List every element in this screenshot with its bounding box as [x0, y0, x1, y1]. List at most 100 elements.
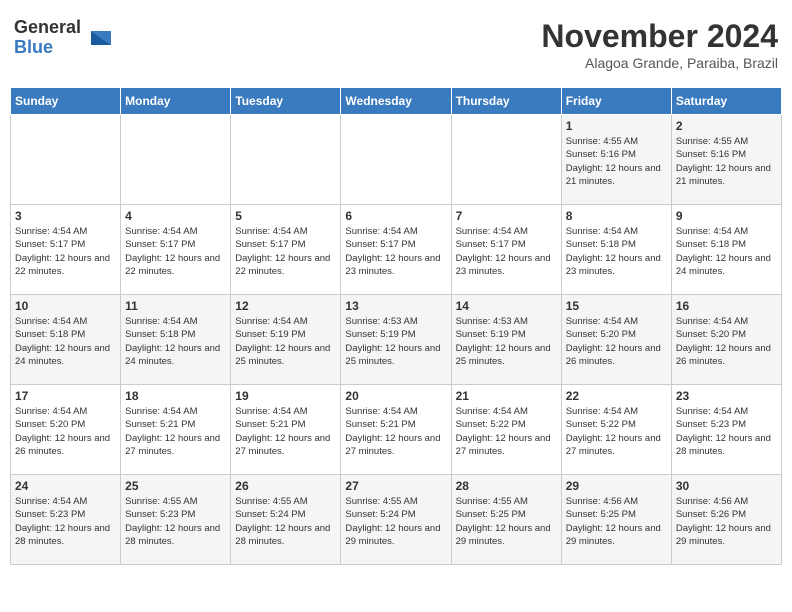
day-info: Sunrise: 4:53 AM Sunset: 5:19 PM Dayligh… — [456, 315, 557, 368]
day-info: Sunrise: 4:54 AM Sunset: 5:22 PM Dayligh… — [566, 405, 667, 458]
calendar-cell: 11 Sunrise: 4:54 AM Sunset: 5:18 PM Dayli… — [121, 295, 231, 385]
day-number: 4 — [125, 209, 226, 223]
calendar-cell — [231, 115, 341, 205]
day-info: Sunrise: 4:54 AM Sunset: 5:21 PM Dayligh… — [125, 405, 226, 458]
day-info: Sunrise: 4:54 AM Sunset: 5:19 PM Dayligh… — [235, 315, 336, 368]
day-number: 8 — [566, 209, 667, 223]
calendar-body: 1 Sunrise: 4:55 AM Sunset: 5:16 PM Daylig… — [11, 115, 782, 565]
day-number: 9 — [676, 209, 777, 223]
calendar-cell: 23Sunrise: 4:54 AM Sunset: 5:23 PM Dayli… — [671, 385, 781, 475]
calendar-cell: 5 Sunrise: 4:54 AM Sunset: 5:17 PM Daylig… — [231, 205, 341, 295]
day-number: 22 — [566, 389, 667, 403]
day-number: 7 — [456, 209, 557, 223]
day-info: Sunrise: 4:55 AM Sunset: 5:16 PM Dayligh… — [676, 135, 777, 188]
day-info: Sunrise: 4:56 AM Sunset: 5:26 PM Dayligh… — [676, 495, 777, 548]
calendar-cell — [11, 115, 121, 205]
day-info: Sunrise: 4:54 AM Sunset: 5:18 PM Dayligh… — [125, 315, 226, 368]
calendar-cell: 9 Sunrise: 4:54 AM Sunset: 5:18 PM Daylig… — [671, 205, 781, 295]
calendar-cell: 25 Sunrise: 4:55 AM Sunset: 5:23 PM Dayli… — [121, 475, 231, 565]
calendar-cell: 12 Sunrise: 4:54 AM Sunset: 5:19 PM Dayli… — [231, 295, 341, 385]
calendar-week-row: 1 Sunrise: 4:55 AM Sunset: 5:16 PM Daylig… — [11, 115, 782, 205]
day-number: 2 — [676, 119, 777, 133]
day-number: 1 — [566, 119, 667, 133]
day-number: 16 — [676, 299, 777, 313]
calendar-cell: 17 Sunrise: 4:54 AM Sunset: 5:20 PM Dayli… — [11, 385, 121, 475]
weekday-header-monday: Monday — [121, 88, 231, 115]
day-info: Sunrise: 4:54 AM Sunset: 5:18 PM Dayligh… — [566, 225, 667, 278]
calendar-cell: 15 Sunrise: 4:54 AM Sunset: 5:20 PM Dayli… — [561, 295, 671, 385]
day-number: 27 — [345, 479, 446, 493]
day-info: Sunrise: 4:54 AM Sunset: 5:18 PM Dayligh… — [676, 225, 777, 278]
day-number: 28 — [456, 479, 557, 493]
day-number: 15 — [566, 299, 667, 313]
calendar-cell: 24 Sunrise: 4:54 AM Sunset: 5:23 PM Dayli… — [11, 475, 121, 565]
day-info: Sunrise: 4:54 AM Sunset: 5:23 PM Dayligh… — [15, 495, 116, 548]
day-info: Sunrise: 4:54 AM Sunset: 5:20 PM Dayligh… — [566, 315, 667, 368]
day-number: 12 — [235, 299, 336, 313]
calendar-table: SundayMondayTuesdayWednesdayThursdayFrid… — [10, 87, 782, 565]
day-info: Sunrise: 4:54 AM Sunset: 5:18 PM Dayligh… — [15, 315, 116, 368]
calendar-cell: 21Sunrise: 4:54 AM Sunset: 5:22 PM Dayli… — [451, 385, 561, 475]
day-number: 6 — [345, 209, 446, 223]
day-info: Sunrise: 4:55 AM Sunset: 5:23 PM Dayligh… — [125, 495, 226, 548]
calendar-cell — [341, 115, 451, 205]
logo: General Blue — [14, 18, 113, 58]
day-info: Sunrise: 4:55 AM Sunset: 5:16 PM Dayligh… — [566, 135, 667, 188]
day-number: 29 — [566, 479, 667, 493]
day-number: 23 — [676, 389, 777, 403]
day-info: Sunrise: 4:54 AM Sunset: 5:17 PM Dayligh… — [345, 225, 446, 278]
day-number: 25 — [125, 479, 226, 493]
weekday-header-thursday: Thursday — [451, 88, 561, 115]
day-number: 17 — [15, 389, 116, 403]
day-number: 10 — [15, 299, 116, 313]
calendar-cell: 18 Sunrise: 4:54 AM Sunset: 5:21 PM Dayli… — [121, 385, 231, 475]
day-number: 18 — [125, 389, 226, 403]
calendar-cell: 8 Sunrise: 4:54 AM Sunset: 5:18 PM Daylig… — [561, 205, 671, 295]
calendar-cell: 20Sunrise: 4:54 AM Sunset: 5:21 PM Dayli… — [341, 385, 451, 475]
day-number: 14 — [456, 299, 557, 313]
day-info: Sunrise: 4:54 AM Sunset: 5:22 PM Dayligh… — [456, 405, 557, 458]
day-info: Sunrise: 4:56 AM Sunset: 5:25 PM Dayligh… — [566, 495, 667, 548]
calendar-cell: 30Sunrise: 4:56 AM Sunset: 5:26 PM Dayli… — [671, 475, 781, 565]
day-number: 24 — [15, 479, 116, 493]
weekday-header-sunday: Sunday — [11, 88, 121, 115]
calendar-cell: 26Sunrise: 4:55 AM Sunset: 5:24 PM Dayli… — [231, 475, 341, 565]
weekday-header-tuesday: Tuesday — [231, 88, 341, 115]
calendar-cell: 7Sunrise: 4:54 AM Sunset: 5:17 PM Daylig… — [451, 205, 561, 295]
day-info: Sunrise: 4:55 AM Sunset: 5:24 PM Dayligh… — [235, 495, 336, 548]
day-number: 11 — [125, 299, 226, 313]
day-number: 3 — [15, 209, 116, 223]
day-info: Sunrise: 4:55 AM Sunset: 5:25 PM Dayligh… — [456, 495, 557, 548]
calendar-week-row: 3 Sunrise: 4:54 AM Sunset: 5:17 PM Daylig… — [11, 205, 782, 295]
title-block: November 2024 Alagoa Grande, Paraiba, Br… — [541, 18, 778, 71]
calendar-cell: 27Sunrise: 4:55 AM Sunset: 5:24 PM Dayli… — [341, 475, 451, 565]
calendar-cell: 1 Sunrise: 4:55 AM Sunset: 5:16 PM Daylig… — [561, 115, 671, 205]
day-info: Sunrise: 4:54 AM Sunset: 5:21 PM Dayligh… — [345, 405, 446, 458]
calendar-cell: 6 Sunrise: 4:54 AM Sunset: 5:17 PM Daylig… — [341, 205, 451, 295]
weekday-header-saturday: Saturday — [671, 88, 781, 115]
calendar-cell: 3 Sunrise: 4:54 AM Sunset: 5:17 PM Daylig… — [11, 205, 121, 295]
weekday-header-row: SundayMondayTuesdayWednesdayThursdayFrid… — [11, 88, 782, 115]
calendar-cell: 13Sunrise: 4:53 AM Sunset: 5:19 PM Dayli… — [341, 295, 451, 385]
calendar-cell: 22 Sunrise: 4:54 AM Sunset: 5:22 PM Dayli… — [561, 385, 671, 475]
weekday-header-friday: Friday — [561, 88, 671, 115]
day-info: Sunrise: 4:54 AM Sunset: 5:17 PM Dayligh… — [235, 225, 336, 278]
calendar-cell: 14 Sunrise: 4:53 AM Sunset: 5:19 PM Dayli… — [451, 295, 561, 385]
day-number: 19 — [235, 389, 336, 403]
day-number: 5 — [235, 209, 336, 223]
weekday-header-wednesday: Wednesday — [341, 88, 451, 115]
location-subtitle: Alagoa Grande, Paraiba, Brazil — [541, 55, 778, 71]
logo-icon — [83, 23, 113, 53]
calendar-cell — [451, 115, 561, 205]
calendar-cell: 4Sunrise: 4:54 AM Sunset: 5:17 PM Daylig… — [121, 205, 231, 295]
day-number: 13 — [345, 299, 446, 313]
page-header: General Blue November 2024 Alagoa Grande… — [10, 10, 782, 79]
calendar-week-row: 24 Sunrise: 4:54 AM Sunset: 5:23 PM Dayli… — [11, 475, 782, 565]
day-info: Sunrise: 4:54 AM Sunset: 5:17 PM Dayligh… — [15, 225, 116, 278]
day-info: Sunrise: 4:54 AM Sunset: 5:21 PM Dayligh… — [235, 405, 336, 458]
calendar-cell: 19 Sunrise: 4:54 AM Sunset: 5:21 PM Dayli… — [231, 385, 341, 475]
calendar-cell: 16Sunrise: 4:54 AM Sunset: 5:20 PM Dayli… — [671, 295, 781, 385]
day-info: Sunrise: 4:54 AM Sunset: 5:20 PM Dayligh… — [15, 405, 116, 458]
calendar-cell — [121, 115, 231, 205]
calendar-cell: 10 Sunrise: 4:54 AM Sunset: 5:18 PM Dayli… — [11, 295, 121, 385]
